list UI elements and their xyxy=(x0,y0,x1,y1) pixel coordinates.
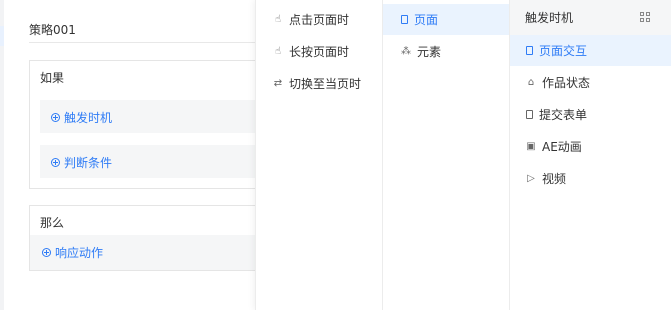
menu-header: 触发时机 xyxy=(510,0,671,35)
then-section-title: 那么 xyxy=(40,216,65,230)
add-circle-icon xyxy=(42,248,51,257)
add-action-label: 响应动作 xyxy=(55,246,104,260)
strategy-editor: 策略001 如果 触发时机 判断条件 那么 响应动作 xyxy=(4,0,269,310)
menu-item-submit-form[interactable]: 提交表单 xyxy=(510,99,671,130)
menu-item-label: 提交表单 xyxy=(539,108,588,122)
menu-item-page-interaction[interactable]: 页面交互 xyxy=(510,35,671,66)
menu-item-label: 切换至当页时 xyxy=(289,77,362,91)
menu-item-label: 作品状态 xyxy=(542,76,591,90)
menu-item-long-press-page[interactable]: ☝ 长按页面时 xyxy=(256,36,382,67)
action-row: 响应动作 xyxy=(30,235,266,270)
add-circle-icon xyxy=(51,158,60,167)
divider xyxy=(29,42,269,43)
add-action-button[interactable]: 响应动作 xyxy=(42,244,103,261)
tap-icon: ☝ xyxy=(274,13,282,25)
add-circle-icon xyxy=(51,113,60,122)
page-icon xyxy=(401,15,408,24)
menu-item-label: 元素 xyxy=(417,45,442,59)
trigger-event-menu: ☝ 点击页面时 ☝ 长按页面时 ⇄ 切换至当页时 xyxy=(255,0,382,310)
add-trigger-label: 触发时机 xyxy=(64,111,113,125)
menu-item-video[interactable]: ▷ 视频 xyxy=(510,163,671,194)
grid-view-icon[interactable] xyxy=(640,12,650,22)
animation-icon: ▣ xyxy=(526,140,536,152)
menu-item-page[interactable]: 页面 xyxy=(383,4,509,35)
menu-item-work-status[interactable]: ⌂ 作品状态 xyxy=(510,67,671,98)
strategy-name[interactable]: 策略001 xyxy=(29,21,76,38)
trigger-timing-menu: 触发时机 页面交互 ⌂ 作品状态 提交表单 ▣ AE动画 ▷ 视频 xyxy=(509,0,671,310)
form-icon xyxy=(526,110,533,119)
condition-row: 判断条件 xyxy=(40,145,266,178)
menu-item-label: 页面 xyxy=(414,13,439,27)
target-type-menu: 页面 ⁂ 元素 xyxy=(382,0,509,310)
trigger-row: 触发时机 xyxy=(40,100,266,133)
element-tree-icon: ⁂ xyxy=(401,45,411,57)
add-trigger-button[interactable]: 触发时机 xyxy=(51,109,112,126)
page-icon xyxy=(526,46,533,55)
menu-item-label: 视频 xyxy=(542,172,567,186)
menu-item-switch-to-page[interactable]: ⇄ 切换至当页时 xyxy=(256,68,382,99)
menu-item-label: 长按页面时 xyxy=(289,45,350,59)
add-condition-button[interactable]: 判断条件 xyxy=(51,154,112,171)
menu-header-title: 触发时机 xyxy=(525,11,574,25)
menu-item-label: 点击页面时 xyxy=(289,13,350,27)
if-section-title: 如果 xyxy=(40,71,65,85)
long-press-icon: ☝ xyxy=(274,45,282,57)
if-section: 如果 触发时机 判断条件 xyxy=(29,60,267,189)
then-section: 那么 响应动作 xyxy=(29,205,267,271)
tag-icon: ⌂ xyxy=(527,76,535,88)
menu-item-ae-animation[interactable]: ▣ AE动画 xyxy=(510,131,671,162)
add-condition-label: 判断条件 xyxy=(64,156,113,170)
menu-item-element[interactable]: ⁂ 元素 xyxy=(383,36,509,67)
menu-item-tap-page[interactable]: ☝ 点击页面时 xyxy=(256,4,382,35)
video-play-icon: ▷ xyxy=(527,172,535,184)
menu-item-label: 页面交互 xyxy=(539,44,588,58)
menu-item-label: AE动画 xyxy=(542,140,582,154)
switch-arrows-icon: ⇄ xyxy=(273,77,283,89)
